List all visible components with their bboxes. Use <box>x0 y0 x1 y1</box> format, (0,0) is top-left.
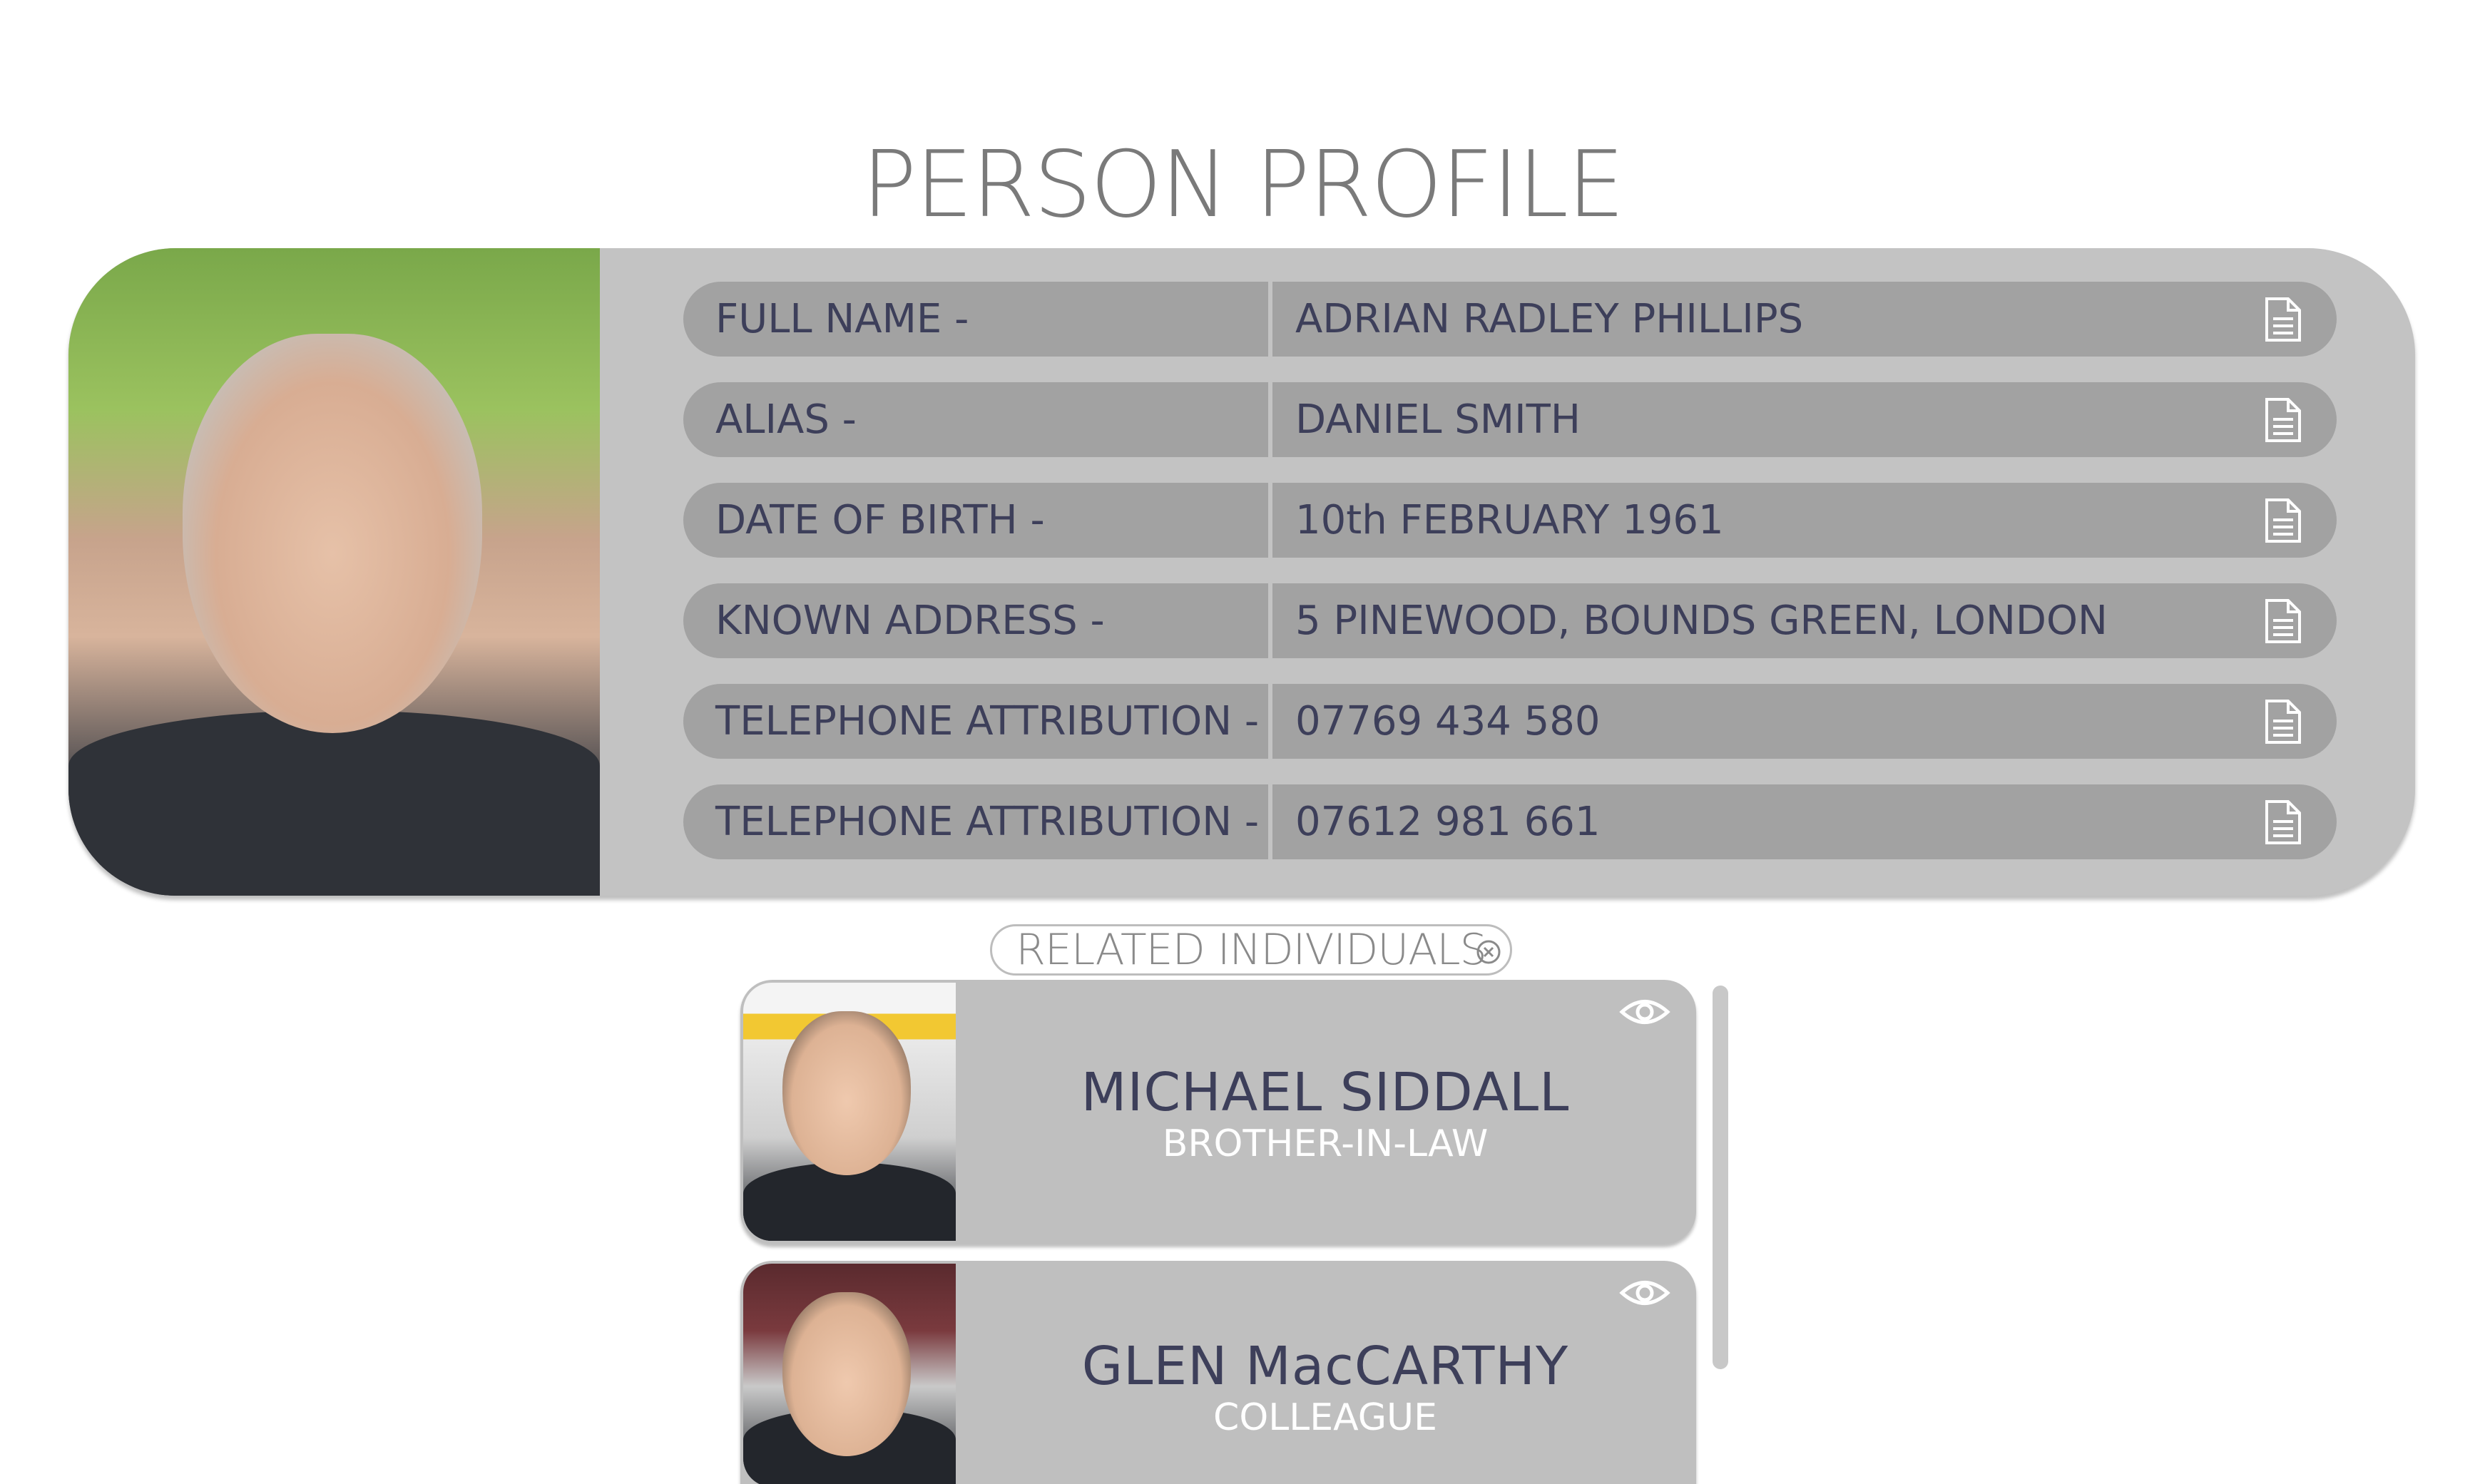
document-icon[interactable] <box>2264 698 2302 745</box>
document-icon[interactable] <box>2264 497 2302 544</box>
field-value: DANIEL SMITH <box>1295 396 1581 443</box>
field-row-alias: ALIAS - DANIEL SMITH <box>683 382 2337 457</box>
related-person-photo <box>743 1264 956 1484</box>
field-value: 07769 434 580 <box>1295 698 1601 744</box>
profile-fields: FULL NAME - ADRIAN RADLEY PHILLIPS ALIAS… <box>683 282 2337 885</box>
field-label: KNOWN ADDRESS - <box>715 598 1105 644</box>
eye-icon[interactable] <box>1619 1276 1670 1309</box>
related-scrollbar[interactable] <box>1713 986 1728 1369</box>
field-value: ADRIAN RADLEY PHILLIPS <box>1295 296 1804 342</box>
field-row-known-address: KNOWN ADDRESS - 5 PINEWOOD, BOUNDS GREEN… <box>683 583 2337 658</box>
field-value: 10th FEBRUARY 1961 <box>1295 497 1724 543</box>
field-row-telephone-2: TELEPHONE ATTRIBUTION - 07612 981 661 <box>683 784 2337 859</box>
related-person-name: GLEN MacCARTHY <box>1081 1336 1569 1397</box>
photo-face <box>183 334 482 733</box>
close-circle-icon[interactable] <box>1476 939 1501 965</box>
profile-photo <box>68 248 600 896</box>
related-person-card[interactable]: MICHAEL SIDDALL BROTHER-IN-LAW <box>740 980 1696 1244</box>
field-row-date-of-birth: DATE OF BIRTH - 10th FEBRUARY 1961 <box>683 483 2337 558</box>
related-heading-label: RELATED INDIVIDUALS <box>1016 925 1487 975</box>
field-row-telephone-1: TELEPHONE ATTRIBUTION - 07769 434 580 <box>683 684 2337 759</box>
related-person-name: MICHAEL SIDDALL <box>1081 1062 1570 1123</box>
page-title: PERSON PROFILE <box>862 132 1625 238</box>
field-value: 07612 981 661 <box>1295 799 1601 845</box>
document-icon[interactable] <box>2264 396 2302 444</box>
document-icon[interactable] <box>2264 296 2302 343</box>
photo-face <box>782 1011 911 1175</box>
related-person-photo <box>743 983 956 1241</box>
field-label: TELEPHONE ATTRIBUTION - <box>715 799 1260 845</box>
profile-panel: FULL NAME - ADRIAN RADLEY PHILLIPS ALIAS… <box>68 248 2415 896</box>
photo-shirt <box>68 710 600 896</box>
related-person-card[interactable]: GLEN MacCARTHY COLLEAGUE <box>740 1261 1696 1484</box>
field-label: DATE OF BIRTH - <box>715 497 1045 543</box>
field-label: FULL NAME - <box>715 296 969 342</box>
field-label: TELEPHONE ATTRIBUTION - <box>715 698 1260 744</box>
field-label: ALIAS - <box>715 396 857 443</box>
document-icon[interactable] <box>2264 799 2302 846</box>
photo-face <box>782 1292 911 1456</box>
field-value: 5 PINEWOOD, BOUNDS GREEN, LONDON <box>1295 598 2108 644</box>
document-icon[interactable] <box>2264 598 2302 645</box>
related-person-relation: BROTHER-IN-LAW <box>1162 1122 1489 1165</box>
related-person-relation: COLLEAGUE <box>1213 1396 1437 1439</box>
field-row-full-name: FULL NAME - ADRIAN RADLEY PHILLIPS <box>683 282 2337 357</box>
eye-icon[interactable] <box>1619 996 1670 1028</box>
related-individuals-heading: RELATED INDIVIDUALS <box>990 924 1512 976</box>
